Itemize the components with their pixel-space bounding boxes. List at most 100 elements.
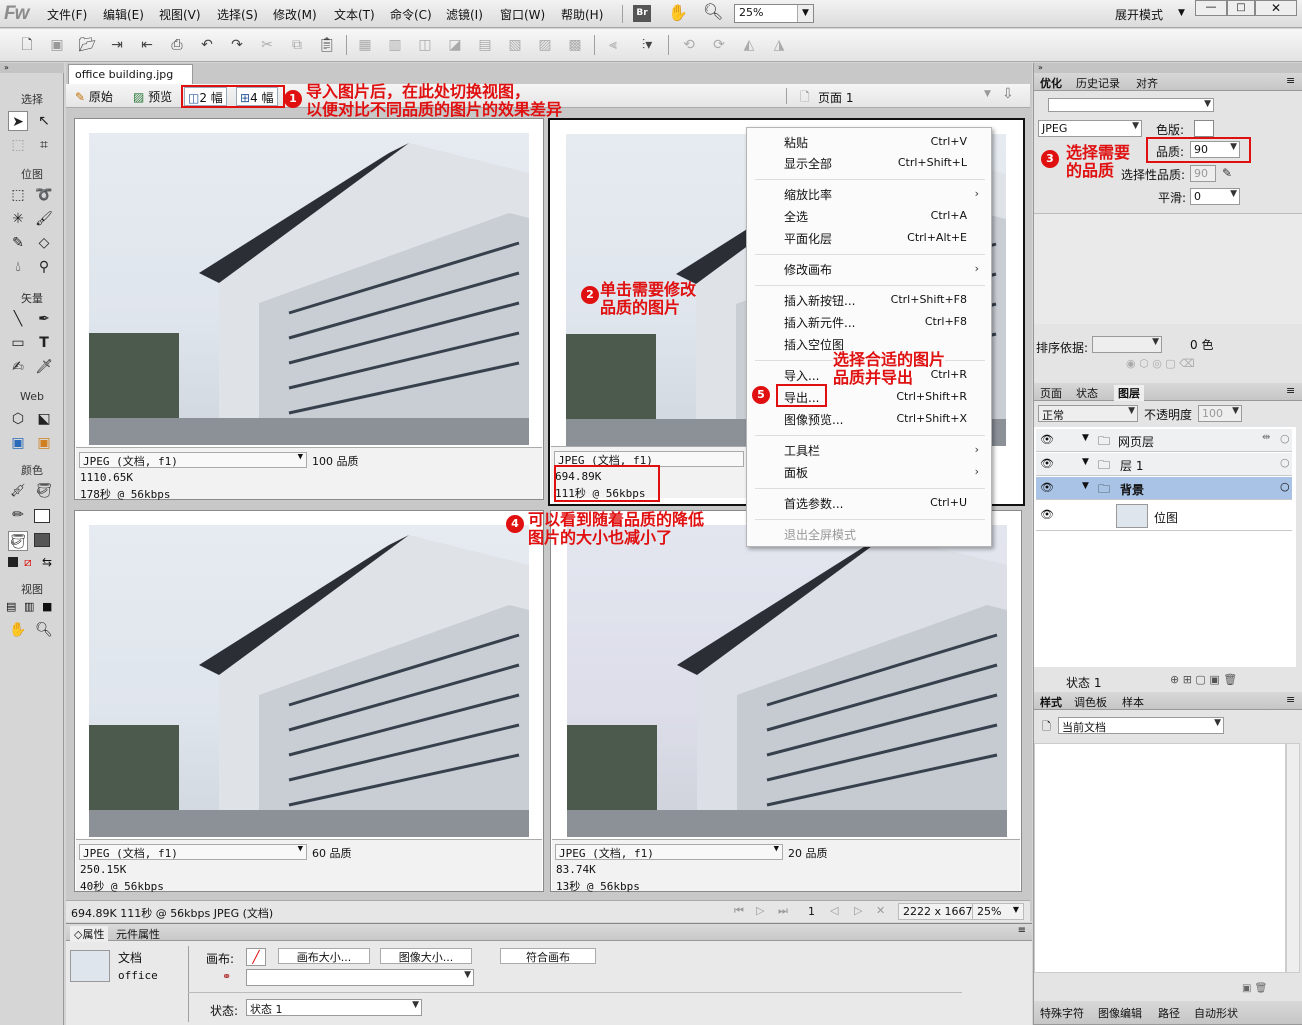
workspace-switcher[interactable]: 展开模式 — [1115, 6, 1163, 23]
menu-item-insert-symbol[interactable]: 插入新元件... — [784, 314, 855, 331]
align-icon[interactable]: ⫷ — [604, 36, 622, 54]
menu-view[interactable]: 视图(V) — [159, 6, 201, 23]
opacity-field[interactable]: 100 ▼ — [1198, 405, 1242, 422]
menu-item-image-preview[interactable]: 图像预览... — [784, 411, 843, 428]
menu-item-select-all[interactable]: 全选 — [784, 208, 808, 225]
pencil-tool-icon[interactable]: ✎ — [8, 233, 28, 253]
rubber-stamp-icon[interactable]: ⚲ — [34, 257, 54, 277]
eraser-tool-icon[interactable]: ◇ — [34, 233, 54, 253]
styles-tools-icon[interactable]: ▣ 🗑︎ — [1242, 983, 1267, 994]
selective-quality-field[interactable]: 90 — [1190, 165, 1216, 182]
menu-item-toolbars[interactable]: 工具栏 — [784, 442, 820, 459]
blur-tool-icon[interactable]: 💧︎ — [8, 257, 28, 277]
menu-item-panels[interactable]: 面板 — [784, 464, 808, 481]
tab-styles[interactable]: 样式 — [1040, 694, 1062, 710]
undo-icon[interactable]: ↶ — [198, 36, 216, 54]
menu-select[interactable]: 选择(S) — [217, 6, 258, 23]
tab-pages[interactable]: 页面 — [1040, 385, 1062, 401]
pane-4-format-select[interactable]: JPEG (文档, f1) ▼ — [555, 844, 783, 860]
layer-row-web[interactable]: 👁︎ ▼ 🗀 网页层 ⇹ ○ — [1036, 429, 1292, 452]
magic-wand-icon[interactable]: ✳ — [8, 209, 28, 229]
optimize-preset-select[interactable]: ▼ — [1048, 98, 1214, 112]
page-selector[interactable]: 页面 1 — [818, 89, 853, 106]
layer-target-icon[interactable]: ○ — [1280, 480, 1290, 493]
redo-icon[interactable]: ↷ — [228, 36, 246, 54]
export-format-select[interactable]: JPEG ▼ — [1038, 120, 1142, 137]
menu-modify[interactable]: 修改(M) — [273, 6, 317, 23]
menu-item-flatten[interactable]: 平面化层 — [784, 230, 832, 247]
paint-bucket-icon[interactable]: 🪣︎ — [34, 481, 54, 501]
layer-tools-icon[interactable]: ⊕ ⊞ ▢ ▣ 🗑︎ — [1170, 673, 1237, 686]
page-options-icon[interactable]: ⇩ — [1002, 86, 1014, 102]
bridge-button[interactable]: Br — [633, 5, 651, 22]
view-original-button[interactable]: ✎ 原始 — [72, 87, 116, 106]
view-preview-button[interactable]: ▨ 预览 — [130, 87, 175, 106]
hand-tool-icon[interactable]: ✋ — [8, 620, 28, 640]
marquee-tool-icon[interactable]: ⬚ — [8, 185, 28, 205]
copy-icon[interactable]: ⧉ — [288, 36, 306, 54]
first-frame-icon[interactable]: ⏮ — [734, 904, 744, 918]
tab-states[interactable]: 状态 — [1076, 385, 1098, 401]
edit-selective-icon[interactable]: ✎ — [1222, 166, 1232, 180]
minimize-button[interactable]: — — [1195, 0, 1227, 16]
pane-1-format-select[interactable]: JPEG (文档, f1) ▼ — [79, 452, 307, 468]
fill-color-swatch[interactable] — [34, 533, 50, 547]
panel-menu-icon[interactable]: ≡ — [1018, 925, 1026, 936]
group-icon[interactable]: ▦ — [356, 36, 374, 54]
lasso-tool-icon[interactable]: ➰ — [34, 185, 54, 205]
document-tab[interactable]: office building.jpg × — [68, 64, 193, 94]
open-icon[interactable]: 📂︎ — [78, 36, 96, 54]
hide-slices-icon[interactable]: ▣ — [8, 433, 28, 453]
layer-target-icon[interactable]: ○ — [1280, 432, 1290, 445]
blend-mode-select[interactable]: 正常 ▼ — [1038, 405, 1138, 422]
tab-image-edit[interactable]: 图像编辑 — [1098, 1005, 1142, 1021]
matte-color-swatch[interactable] — [1194, 120, 1214, 137]
menu-item-insert-button[interactable]: 插入新按钮... — [784, 292, 855, 309]
status-zoom-select[interactable]: 25% ▼ — [972, 903, 1024, 920]
line-tool-icon[interactable]: ╲ — [8, 309, 28, 329]
menu-item-zoom[interactable]: 缩放比率 — [784, 186, 832, 203]
canvas-color-swatch[interactable]: ╱ — [246, 948, 266, 966]
menu-item-show-all[interactable]: 显示全部 — [784, 155, 832, 172]
layer-row-bitmap[interactable]: 👁︎ 位图 — [1036, 501, 1292, 531]
rotate-right-icon[interactable]: ⟳ — [710, 36, 728, 54]
freeform-tool-icon[interactable]: ✍ — [8, 357, 28, 377]
menu-item-modify-canvas[interactable]: 修改画布 — [784, 261, 832, 278]
send-back-icon[interactable]: ▩ — [566, 36, 584, 54]
fill-color-icon[interactable]: 🪣︎ — [8, 531, 28, 551]
smooth-select[interactable]: 0 ▼ — [1190, 188, 1240, 205]
layer-target-icon[interactable]: ○ — [1280, 456, 1290, 469]
send-backward-icon[interactable]: ▨ — [536, 36, 554, 54]
menu-filters[interactable]: 滤镜(I) — [446, 6, 483, 23]
preview-pane-3[interactable]: JPEG (文档, f1) ▼ 60 品质 250.15K 40秒 @ 56kbp… — [74, 510, 544, 893]
menu-edit[interactable]: 编辑(E) — [103, 6, 144, 23]
flip-horizontal-icon[interactable]: ◭ — [740, 36, 758, 54]
panel-collapse-icon[interactable]: » — [0, 63, 64, 73]
pointer-tool-icon[interactable]: ➤ — [8, 111, 28, 131]
ungroup-icon[interactable]: ▥ — [386, 36, 404, 54]
menu-file[interactable]: 文件(F) — [47, 6, 87, 23]
close-window-button[interactable]: ✕ — [1255, 0, 1297, 16]
paste-icon[interactable]: 📋︎ — [318, 36, 336, 54]
pen-tool-icon[interactable]: ✒ — [34, 309, 54, 329]
new-icon[interactable]: 🗋 — [18, 36, 36, 54]
print-icon[interactable]: ⎙ — [168, 36, 186, 54]
rotate-left-icon[interactable]: ⟲ — [680, 36, 698, 54]
panel-menu-icon[interactable]: ≡ — [1286, 384, 1295, 397]
layer-share-icon[interactable]: ⇹ — [1262, 432, 1270, 443]
full-screen-icon[interactable]: ■ — [42, 600, 52, 613]
knife-tool-icon[interactable]: 🗡︎ — [34, 357, 54, 377]
play-icon[interactable]: ▷ — [756, 904, 764, 917]
preview-pane-1[interactable]: JPEG (文档, f1) ▼ 100 品质 1110.65K 178秒 @ 56… — [74, 118, 544, 501]
import-icon[interactable]: ⇥ — [108, 36, 126, 54]
layer-row-background[interactable]: 👁︎ ▼ 🗀 背景 ○ — [1036, 477, 1292, 500]
pane-3-format-select[interactable]: JPEG (文档, f1) ▼ — [79, 844, 307, 860]
last-frame-icon[interactable]: ⏭ — [778, 904, 788, 918]
state-select[interactable]: 状态 1 ▼ — [246, 999, 422, 1016]
menu-item-preferences[interactable]: 首选参数... — [784, 495, 843, 512]
split-icon[interactable]: ◪ — [446, 36, 464, 54]
scale-tool-icon[interactable]: ⬚ — [8, 135, 28, 155]
menu-item-exit-fullscreen[interactable]: 退出全屏模式 — [784, 526, 856, 543]
tab-symbol-properties[interactable]: 元件属性 — [112, 926, 164, 942]
standard-screen-icon[interactable]: ▤ — [6, 600, 16, 613]
